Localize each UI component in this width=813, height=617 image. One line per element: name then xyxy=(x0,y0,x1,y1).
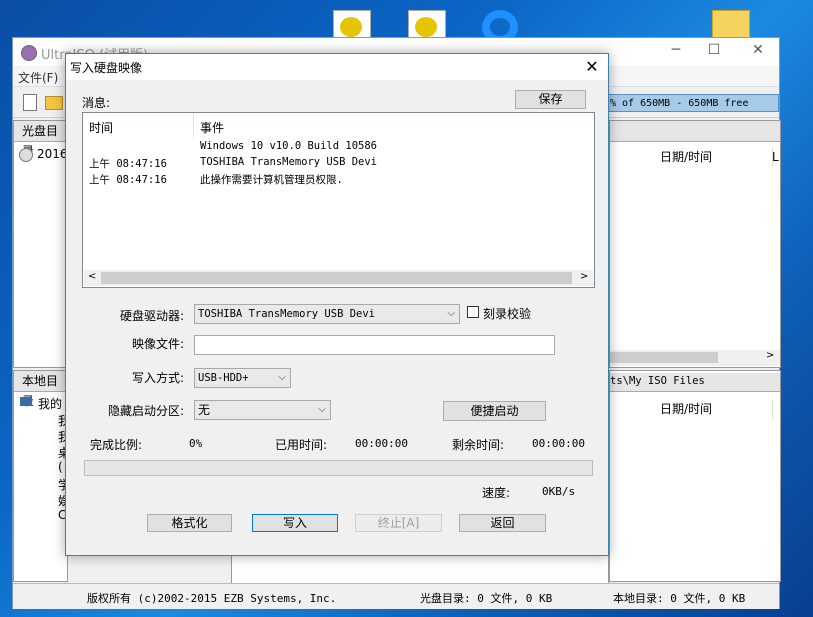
progress-label: 完成比例: xyxy=(90,438,143,452)
disc-icon xyxy=(19,148,33,162)
log-row-event: 此操作需要计算机管理员权限. xyxy=(200,174,343,186)
remaining-value: 00:00:00 xyxy=(532,437,585,450)
status-copyright: 版权所有 (c)2002-2015 EZB Systems, Inc. xyxy=(87,592,337,605)
log-horizontal-scrollbar[interactable]: < > xyxy=(84,270,593,286)
horizontal-scrollbar[interactable]: > xyxy=(610,350,780,366)
message-log[interactable]: 时间 事件 Windows 10 v10.0 Build 10586 上午 08… xyxy=(82,112,595,288)
progress-bar xyxy=(84,460,593,476)
verify-checkbox[interactable] xyxy=(467,306,479,318)
disc-size-indicator: % of 650MB - 650MB free xyxy=(603,94,779,112)
image-file-input[interactable] xyxy=(194,335,555,355)
log-row-time: 上午 08:47:16 xyxy=(89,158,167,170)
log-header-time[interactable]: 时间 xyxy=(89,119,113,136)
abort-button[interactable]: 终止[A] xyxy=(355,514,442,532)
disc-tree-panel: 光盘目录 20160 xyxy=(13,120,75,368)
progress-value: 0% xyxy=(189,437,203,450)
chevron-down-icon: ⌵ xyxy=(278,372,286,383)
local-file-list-panel: ts\My ISO Files 日期/时间 xyxy=(609,370,781,582)
image-file-label: 映像文件: xyxy=(131,337,184,351)
menu-file[interactable]: 文件(F) xyxy=(18,69,58,86)
drive-select[interactable]: TOSHIBA TransMemory USB Devi ⌵ xyxy=(194,304,460,324)
scroll-left-icon[interactable]: < xyxy=(88,271,96,282)
ultraiso-logo-icon xyxy=(21,45,37,61)
hidden-partition-select[interactable]: 无 ⌵ xyxy=(194,400,331,420)
verify-label[interactable]: 刻录校验 xyxy=(483,305,531,322)
status-local: 本地目录: 0 文件, 0 KB xyxy=(613,592,746,605)
elapsed-value: 00:00:00 xyxy=(355,437,408,450)
maximize-icon[interactable]: ☐ xyxy=(699,42,729,62)
column-datetime[interactable]: 日期/时间 xyxy=(654,399,773,419)
scroll-right-icon[interactable]: > xyxy=(766,350,774,361)
format-button[interactable]: 格式化 xyxy=(147,514,232,532)
local-path-field[interactable]: ts\My ISO Files xyxy=(610,373,780,392)
scroll-thumb[interactable] xyxy=(610,352,718,363)
disc-file-list-panel: 日期/时间 L > xyxy=(609,120,781,368)
local-tree-header: 本地目录 xyxy=(14,371,67,408)
write-mode-label: 写入方式: xyxy=(131,371,184,385)
hidden-partition-value: 无 xyxy=(198,403,211,417)
write-mode-value: USB-HDD+ xyxy=(198,372,249,384)
dialog-title: 写入硬盘映像 xyxy=(70,61,143,75)
log-row-event: TOSHIBA TransMemory USB Devi xyxy=(200,156,378,168)
elapsed-label: 已用时间: xyxy=(275,438,328,452)
column-l[interactable]: L xyxy=(770,147,782,167)
hidden-partition-label: 隐藏启动分区: xyxy=(107,404,184,418)
log-row-event: Windows 10 v10.0 Build 10586 xyxy=(200,140,378,152)
minimize-icon[interactable]: ─ xyxy=(661,42,691,62)
log-row-time: 上午 08:47:16 xyxy=(89,174,167,186)
tree-item[interactable]: 我的 xyxy=(38,395,62,412)
chevron-down-icon: ⌵ xyxy=(447,308,455,319)
drive-label: 硬盘驱动器: xyxy=(119,309,184,323)
dialog-title-bar: 写入硬盘映像 ✕ xyxy=(66,54,608,80)
computer-icon xyxy=(20,395,32,409)
speed-label: 速度: xyxy=(482,486,511,500)
write-button[interactable]: 写入 xyxy=(252,514,338,532)
save-button[interactable]: 保存 xyxy=(515,90,586,109)
column-datetime[interactable]: 日期/时间 xyxy=(654,147,773,167)
remaining-label: 剩余时间: xyxy=(452,438,505,452)
disc-toolbar-strip xyxy=(610,121,780,142)
open-folder-icon[interactable] xyxy=(45,96,63,110)
column-divider xyxy=(193,113,194,137)
local-tree-panel: 本地目录 我的 我 我 桌 ( 学 娱 C xyxy=(13,370,70,582)
back-button[interactable]: 返回 xyxy=(459,514,546,532)
log-header-event[interactable]: 事件 xyxy=(200,119,224,136)
disc-tree-header: 光盘目录 xyxy=(14,121,67,158)
chevron-down-icon: ⌵ xyxy=(318,404,326,415)
scroll-thumb[interactable] xyxy=(101,272,572,284)
drive-select-value: TOSHIBA TransMemory USB Devi xyxy=(198,308,376,320)
close-icon[interactable]: ✕ xyxy=(578,56,606,78)
tree-item[interactable]: ( xyxy=(58,460,63,474)
write-mode-select[interactable]: USB-HDD+ ⌵ xyxy=(194,368,291,388)
messages-label: 消息: xyxy=(82,96,111,110)
speed-value: 0KB/s xyxy=(542,485,576,498)
status-bar: 版权所有 (c)2002-2015 EZB Systems, Inc. 光盘目录… xyxy=(13,583,779,609)
new-file-icon[interactable] xyxy=(23,94,37,111)
status-disc: 光盘目录: 0 文件, 0 KB xyxy=(420,592,553,605)
scroll-right-icon[interactable]: > xyxy=(580,271,588,282)
convenient-boot-button[interactable]: 便捷启动 xyxy=(443,401,546,421)
close-icon[interactable]: ✕ xyxy=(743,42,773,62)
write-disk-image-dialog: 写入硬盘映像 ✕ 消息: 保存 时间 事件 Windows 10 v10.0 B… xyxy=(65,53,609,556)
